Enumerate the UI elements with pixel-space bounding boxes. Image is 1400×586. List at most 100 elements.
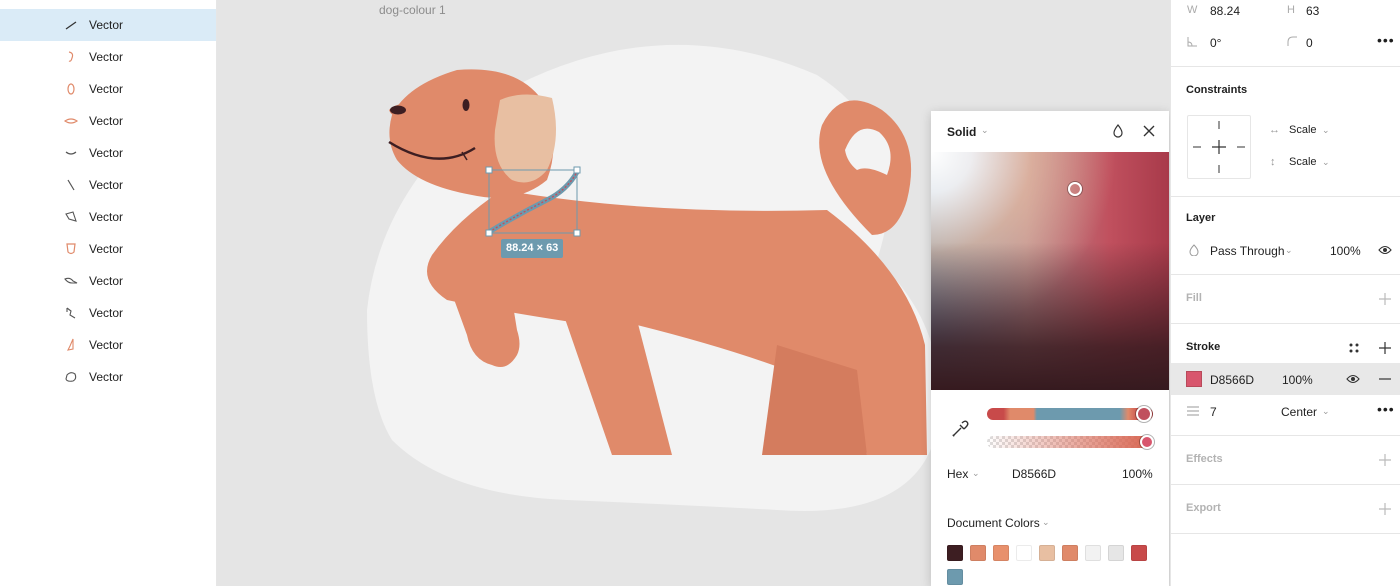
color-model-dropdown[interactable]: Hex — [947, 467, 968, 481]
divider — [1171, 484, 1400, 485]
opacity-slider-handle[interactable] — [1140, 435, 1154, 449]
divider — [1171, 66, 1400, 67]
layer-item[interactable]: Vector — [0, 233, 216, 265]
opacity-input[interactable]: 100% — [1122, 467, 1153, 481]
layer-label: Vector — [89, 146, 124, 160]
constraints-widget[interactable] — [1187, 115, 1251, 179]
hue-slider[interactable] — [987, 408, 1153, 420]
chevron-down-icon: ⌄ — [972, 468, 980, 478]
divider — [1171, 196, 1400, 197]
document-color-swatch[interactable] — [947, 569, 963, 585]
document-color-swatch[interactable] — [993, 545, 1009, 561]
layer-item[interactable]: Vector — [0, 201, 216, 233]
layer-item[interactable]: Vector — [0, 73, 216, 105]
rotation-icon — [1187, 37, 1197, 47]
fill-title: Fill — [1186, 292, 1202, 304]
add-stroke-plus-icon[interactable] — [1379, 342, 1391, 354]
layer-item[interactable]: Vector — [0, 137, 216, 169]
layer-item[interactable]: Vector — [0, 9, 216, 41]
horizontal-constraint-dropdown[interactable]: Scale — [1289, 124, 1317, 136]
vector-arc-icon — [65, 151, 77, 155]
divider — [1171, 533, 1400, 534]
blend-mode-dropdown[interactable]: Pass Through — [1210, 244, 1285, 258]
color-handle[interactable] — [1068, 182, 1082, 196]
document-color-swatch[interactable] — [1085, 545, 1101, 561]
more-options-icon[interactable]: ••• — [1377, 32, 1395, 48]
vector-oval-icon — [67, 83, 75, 95]
fill-type-dropdown[interactable]: Solid — [947, 125, 976, 139]
vector-line-icon — [65, 21, 77, 30]
selection-handle — [485, 166, 493, 174]
vector-lens-icon — [64, 118, 78, 124]
vector-fish-icon — [64, 277, 78, 284]
style-grid-icon[interactable] — [1348, 342, 1360, 354]
document-colors-dropdown[interactable]: Document Colors — [947, 516, 1040, 530]
dog-nose — [390, 105, 406, 115]
vector-paw-icon — [67, 338, 74, 351]
layer-opacity-input[interactable]: 100% — [1330, 244, 1361, 258]
height-label: H — [1287, 4, 1295, 16]
selection-size-badge: 88.24 × 63 — [501, 239, 564, 258]
layer-item[interactable]: Vector — [0, 361, 216, 393]
vector-ear-icon — [68, 51, 74, 62]
stroke-hex-input[interactable]: D8566D — [1210, 373, 1254, 387]
corner-radius-input[interactable]: 0 — [1306, 36, 1313, 50]
vector-leaf-icon — [65, 211, 77, 222]
layer-label: Vector — [89, 82, 124, 96]
add-effect-plus-icon[interactable] — [1379, 454, 1391, 466]
stroke-color-swatch[interactable] — [1186, 371, 1202, 387]
vector-hook-icon — [66, 307, 76, 319]
divider — [1171, 323, 1400, 324]
hue-slider-handle[interactable] — [1136, 406, 1152, 422]
layers-panel: Vector Vector Vector Vector Vector Vecto… — [0, 0, 217, 586]
remove-stroke-minus-icon[interactable] — [1379, 378, 1391, 380]
opacity-slider[interactable] — [987, 436, 1153, 448]
layer-label: Vector — [89, 370, 124, 384]
horizontal-constraint-icon: ↔ — [1269, 124, 1280, 136]
add-fill-plus-icon[interactable] — [1379, 293, 1391, 305]
vertical-constraint-icon: ↕ — [1270, 156, 1276, 168]
eye-icon[interactable] — [1378, 245, 1392, 255]
chevron-down-icon: ⌄ — [1322, 157, 1330, 167]
stroke-align-dropdown[interactable]: Center — [1281, 405, 1317, 419]
dog-ear — [494, 94, 556, 183]
divider — [1171, 274, 1400, 275]
eyedropper-icon[interactable] — [951, 420, 969, 438]
width-input[interactable]: 88.24 — [1210, 4, 1240, 18]
document-color-swatch[interactable] — [1039, 545, 1055, 561]
layer-item[interactable]: Vector — [0, 169, 216, 201]
height-input[interactable]: 63 — [1306, 4, 1319, 18]
saturation-brightness-area[interactable] — [931, 152, 1169, 390]
stroke-opacity-input[interactable]: 100% — [1282, 373, 1313, 387]
layer-label: Vector — [89, 338, 124, 352]
document-color-swatch[interactable] — [947, 545, 963, 561]
layer-item[interactable]: Vector — [0, 265, 216, 297]
vertical-constraint-dropdown[interactable]: Scale — [1289, 156, 1317, 168]
hex-input[interactable]: D8566D — [1012, 467, 1056, 481]
export-title: Export — [1186, 502, 1221, 514]
document-color-swatch[interactable] — [970, 545, 986, 561]
close-icon[interactable] — [1142, 124, 1156, 138]
layer-item[interactable]: Vector — [0, 329, 216, 361]
document-color-swatch[interactable] — [1108, 545, 1124, 561]
layer-item[interactable]: Vector — [0, 297, 216, 329]
stroke-title: Stroke — [1186, 341, 1221, 353]
rotation-input[interactable]: 0° — [1210, 36, 1221, 50]
layer-label: Vector — [89, 178, 124, 192]
divider — [1171, 435, 1400, 436]
document-color-swatch[interactable] — [1016, 545, 1032, 561]
selection-handle — [573, 229, 581, 237]
stroke-weight-input[interactable]: 7 — [1210, 405, 1217, 419]
effects-title: Effects — [1186, 453, 1223, 465]
add-export-plus-icon[interactable] — [1379, 503, 1391, 515]
document-color-swatch[interactable] — [1062, 545, 1078, 561]
more-options-icon[interactable]: ••• — [1377, 401, 1395, 417]
layer-item[interactable]: Vector — [0, 105, 216, 137]
blend-mode-droplet-icon[interactable] — [1112, 124, 1124, 138]
picker-header: Solid ⌄ — [931, 111, 1169, 152]
selection-handle — [573, 166, 581, 174]
properties-panel: W 88.24 H 63 0° 0 ••• Constraints ↔ Scal… — [1170, 0, 1400, 586]
layer-item[interactable]: Vector — [0, 41, 216, 73]
eye-icon[interactable] — [1346, 374, 1360, 384]
document-color-swatch[interactable] — [1131, 545, 1147, 561]
